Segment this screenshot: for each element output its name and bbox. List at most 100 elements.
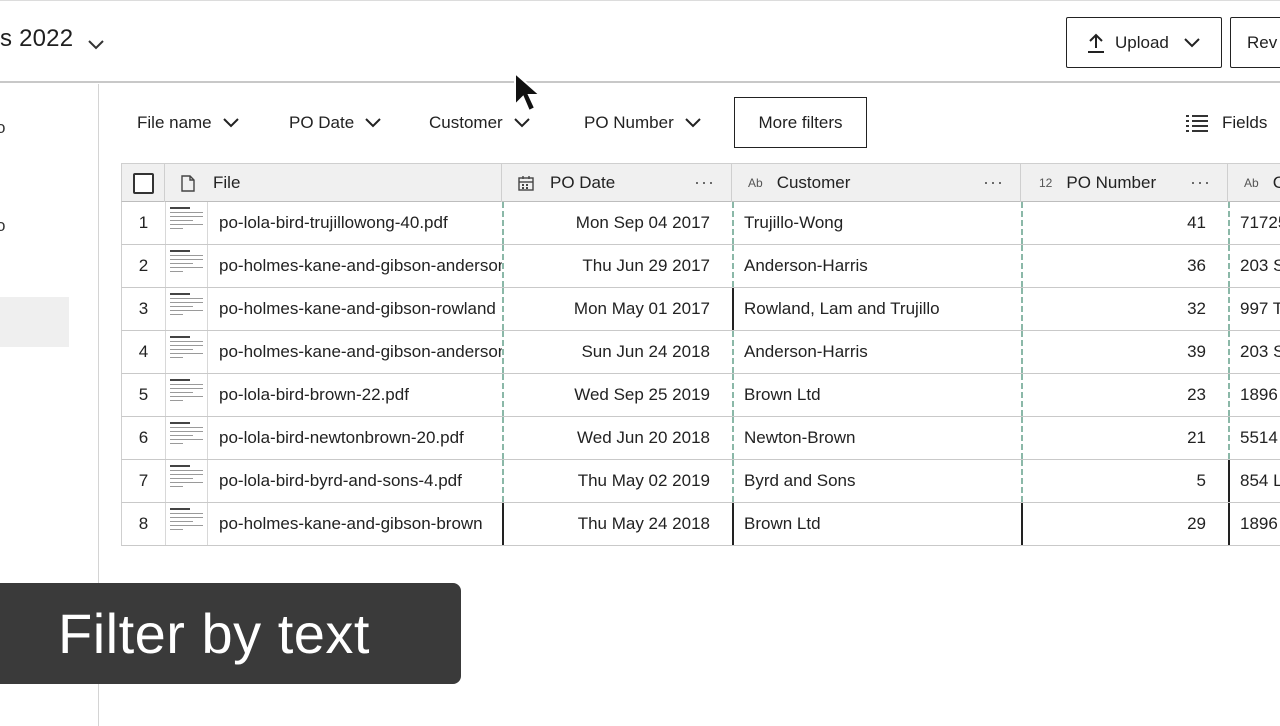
customer-cell[interactable]: Brown Ltd (732, 503, 1021, 545)
more-options-icon[interactable]: ··· (694, 172, 715, 193)
po-date-cell[interactable]: Mon May 01 2017 (502, 288, 732, 330)
po-number-cell[interactable]: 36 (1021, 245, 1228, 287)
file-name-cell[interactable]: po-holmes-kane-and-gibson-anderson (209, 245, 502, 287)
chevron-down-icon (1184, 37, 1200, 47)
document-thumbnail[interactable] (165, 374, 208, 416)
po-date-cell[interactable]: Thu May 02 2019 (502, 460, 732, 502)
upload-icon (1088, 33, 1104, 53)
po-number-cell[interactable]: 32 (1021, 288, 1228, 330)
table-row[interactable]: 5 po-lola-bird-brown-22.pdf Wed Sep 25 201… (121, 374, 1280, 417)
column-label: PO Number (1066, 173, 1157, 192)
row-number: 1 (138, 213, 149, 232)
filter-po-number[interactable]: PO Number (584, 96, 702, 150)
po-date-cell[interactable]: Sun Jun 24 2018 (502, 331, 732, 373)
document-thumbnail[interactable] (165, 460, 208, 502)
chevron-down-icon (222, 118, 239, 128)
column-header-customer[interactable]: Ab Customer ··· (732, 164, 1021, 202)
address-cell[interactable]: 71725 (1228, 202, 1280, 244)
more-options-icon[interactable]: ··· (1190, 172, 1211, 193)
po-number-cell[interactable]: 21 (1021, 417, 1228, 459)
po-number-cell[interactable]: 41 (1021, 202, 1228, 244)
customer-cell[interactable]: Anderson-Harris (732, 245, 1021, 287)
row-number: 6 (138, 428, 149, 447)
table-row[interactable]: 1 po-lola-bird-trujillowong-40.pdf Mon Sep… (121, 202, 1280, 245)
table-row[interactable]: 3 po-holmes-kane-and-gibson-rowland Mon Ma… (121, 288, 1280, 331)
mouse-cursor-icon (514, 71, 543, 113)
po-date-cell[interactable]: Mon Sep 04 2017 (502, 202, 732, 244)
more-filters-button[interactable]: More filters (734, 97, 867, 148)
customer-cell[interactable]: Brown Ltd (732, 374, 1021, 416)
filter-label: PO Number (584, 113, 674, 132)
address-cell[interactable]: 203 S (1228, 331, 1280, 373)
address-cell[interactable]: 997 T (1228, 288, 1280, 330)
customer-cell[interactable]: Rowland, Lam and Trujillo (732, 288, 1021, 330)
address-cell[interactable]: 203 S (1228, 245, 1280, 287)
document-title[interactable]: s 2022 (0, 25, 73, 53)
document-thumbnail[interactable] (165, 417, 208, 459)
po-number-cell[interactable]: 23 (1021, 374, 1228, 416)
select-all-cell (122, 164, 165, 202)
table-row[interactable]: 6 po-lola-bird-newtonbrown-20.pdf Wed Jun … (121, 417, 1280, 460)
column-label: Customer (776, 173, 851, 192)
fields-button[interactable]: Fields (1186, 96, 1267, 150)
po-number-cell[interactable]: 29 (1021, 503, 1228, 545)
sidebar-item-active[interactable] (0, 297, 69, 347)
text-type-icon: Ab (1244, 176, 1259, 190)
address-cell[interactable]: 1896 (1228, 503, 1280, 545)
row-number: 5 (138, 385, 149, 404)
sidebar-item-label[interactable]: o (0, 118, 5, 138)
customer-cell[interactable]: Byrd and Sons (732, 460, 1021, 502)
column-label: C (1272, 173, 1280, 192)
filter-label: File name (137, 113, 212, 132)
document-thumbnail[interactable] (165, 503, 208, 545)
document-thumbnail[interactable] (165, 245, 208, 287)
row-number: 2 (138, 256, 149, 275)
filter-label: Customer (429, 113, 503, 132)
po-date-cell[interactable]: Thu May 24 2018 (502, 503, 732, 545)
file-name-cell[interactable]: po-holmes-kane-and-gibson-rowland (209, 288, 502, 330)
file-name-cell[interactable]: po-holmes-kane-and-gibson-brown (209, 503, 502, 545)
column-header-file[interactable]: File (165, 164, 502, 202)
file-name-cell[interactable]: po-holmes-kane-and-gibson-anderson (209, 331, 502, 373)
customer-cell[interactable]: Trujillo-Wong (732, 202, 1021, 244)
column-header-po-date[interactable]: PO Date ··· (502, 164, 732, 202)
table-row[interactable]: 8 po-holmes-kane-and-gibson-brown Thu May … (121, 503, 1280, 546)
chevron-down-icon (513, 118, 530, 128)
sidebar-item-label[interactable]: o (0, 216, 5, 236)
review-button[interactable]: Rev (1230, 17, 1280, 68)
address-cell[interactable]: 854 L (1228, 460, 1280, 502)
table-row[interactable]: 4 po-holmes-kane-and-gibson-anderson Sun J… (121, 331, 1280, 374)
address-cell[interactable]: 5514 (1228, 417, 1280, 459)
document-thumbnail[interactable] (165, 288, 208, 330)
more-options-icon[interactable]: ··· (983, 172, 1004, 193)
po-number-cell[interactable]: 39 (1021, 331, 1228, 373)
file-name-cell[interactable]: po-lola-bird-byrd-and-sons-4.pdf (209, 460, 502, 502)
more-filters-label: More filters (758, 112, 843, 132)
customer-cell[interactable]: Anderson-Harris (732, 331, 1021, 373)
file-name-cell[interactable]: po-lola-bird-newtonbrown-20.pdf (209, 417, 502, 459)
document-thumbnail[interactable] (165, 331, 208, 373)
po-date-cell[interactable]: Wed Sep 25 2019 (502, 374, 732, 416)
file-name-cell[interactable]: po-lola-bird-trujillowong-40.pdf (209, 202, 502, 244)
column-header-po-number[interactable]: 12 PO Number ··· (1021, 164, 1228, 202)
po-date-cell[interactable]: Thu Jun 29 2017 (502, 245, 732, 287)
address-cell[interactable]: 1896 (1228, 374, 1280, 416)
top-bar: s 2022 Upload Rev (0, 0, 1280, 83)
table-row[interactable]: 2 po-holmes-kane-and-gibson-anderson Thu J… (121, 245, 1280, 288)
select-all-checkbox[interactable] (132, 172, 154, 194)
upload-button[interactable]: Upload (1066, 17, 1222, 68)
document-thumbnail[interactable] (165, 202, 208, 244)
chevron-down-icon[interactable] (86, 34, 106, 54)
table-row[interactable]: 7 po-lola-bird-byrd-and-sons-4.pdf Thu May… (121, 460, 1280, 503)
column-label: PO Date (550, 173, 616, 192)
po-number-cell[interactable]: 5 (1021, 460, 1228, 502)
po-date-cell[interactable]: Wed Jun 20 2018 (502, 417, 732, 459)
file-name-cell[interactable]: po-lola-bird-brown-22.pdf (209, 374, 502, 416)
customer-cell[interactable]: Newton-Brown (732, 417, 1021, 459)
filter-file-name[interactable]: File name (137, 96, 240, 150)
filter-hint-toast: Filter by text (0, 583, 461, 684)
column-header-next[interactable]: Ab C (1228, 164, 1280, 202)
chevron-down-icon (685, 118, 701, 128)
number-type-icon: 12 (1039, 176, 1053, 190)
filter-po-date[interactable]: PO Date (289, 96, 382, 150)
